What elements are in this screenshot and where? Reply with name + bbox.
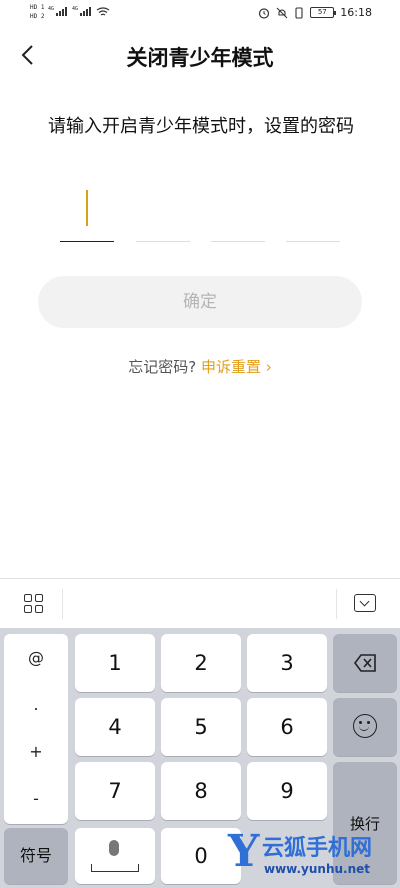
space-bar-icon xyxy=(91,864,139,872)
confirm-button[interactable]: 确定 xyxy=(38,276,362,328)
alarm-icon xyxy=(259,7,270,19)
symbol-key[interactable]: 符号 xyxy=(4,828,68,884)
code-slot-4[interactable] xyxy=(286,180,340,242)
key-8[interactable]: 8 xyxy=(161,762,241,820)
key-4[interactable]: 4 xyxy=(75,698,155,756)
grid-icon[interactable] xyxy=(24,594,44,614)
watermark: Y 云狐手机网 www.yunhu.net xyxy=(228,828,400,884)
key-9[interactable]: 9 xyxy=(247,762,327,820)
mic-icon xyxy=(109,840,119,856)
key-6[interactable]: 6 xyxy=(247,698,327,756)
mute-icon xyxy=(276,7,288,18)
symbol-key-minus[interactable]: - xyxy=(4,775,68,822)
signal-icon xyxy=(56,7,67,16)
code-slot-3[interactable] xyxy=(211,180,265,242)
sim1-label: HD 1 xyxy=(30,4,45,11)
sim-indicators: HD 1 HD 2 xyxy=(30,3,44,21)
appeal-reset-link[interactable]: 申诉重置 › xyxy=(201,358,272,376)
key-2[interactable]: 2 xyxy=(161,634,241,692)
emoji-key[interactable] xyxy=(333,698,397,756)
code-slot-1[interactable] xyxy=(60,180,114,242)
keyboard-toolbar xyxy=(0,578,400,628)
clock: 16:18 xyxy=(340,6,372,19)
symbol-key-plus[interactable]: + xyxy=(4,728,68,775)
code-slot-2[interactable] xyxy=(136,180,190,242)
key-5[interactable]: 5 xyxy=(161,698,241,756)
status-bar: HD 1 HD 2 4G 4G 57 16:18 xyxy=(0,0,400,28)
smile-icon xyxy=(353,714,377,738)
forgot-password-label: 忘记密码? xyxy=(128,358,197,376)
hide-keyboard-icon[interactable] xyxy=(354,594,376,612)
symbol-key-dot[interactable]: . xyxy=(4,681,68,728)
key-1[interactable]: 1 xyxy=(75,634,155,692)
vibrate-icon xyxy=(295,6,303,19)
space-key[interactable] xyxy=(75,828,155,884)
wifi-icon xyxy=(96,7,110,16)
watermark-logo-letter: Y xyxy=(228,826,260,877)
sim2-label: HD 2 xyxy=(30,13,45,20)
key-7[interactable]: 7 xyxy=(75,762,155,820)
backspace-icon xyxy=(354,654,376,672)
network-type-1: 4G xyxy=(48,6,55,12)
symbol-key-at[interactable]: @ xyxy=(4,634,68,681)
password-code-input[interactable] xyxy=(60,180,342,242)
watermark-text: 云狐手机网 xyxy=(262,836,373,861)
network-type-2: 4G xyxy=(72,6,79,12)
battery-icon: 57 xyxy=(310,7,337,18)
password-prompt: 请输入开启青少年模式时，设置的密码 xyxy=(48,116,354,137)
symbol-column: @ . + - xyxy=(4,634,68,824)
page-title: 关闭青少年模式 xyxy=(126,46,274,70)
signal-icon-2 xyxy=(80,7,91,16)
text-caret xyxy=(86,190,88,226)
watermark-url: www.yunhu.net xyxy=(264,862,371,876)
key-3[interactable]: 3 xyxy=(247,634,327,692)
chevron-right-icon: › xyxy=(260,358,272,376)
status-right: 57 16:18 xyxy=(258,6,372,19)
forgot-password-row: 忘记密码? 申诉重置 › xyxy=(0,356,400,377)
delete-key[interactable] xyxy=(333,634,397,692)
